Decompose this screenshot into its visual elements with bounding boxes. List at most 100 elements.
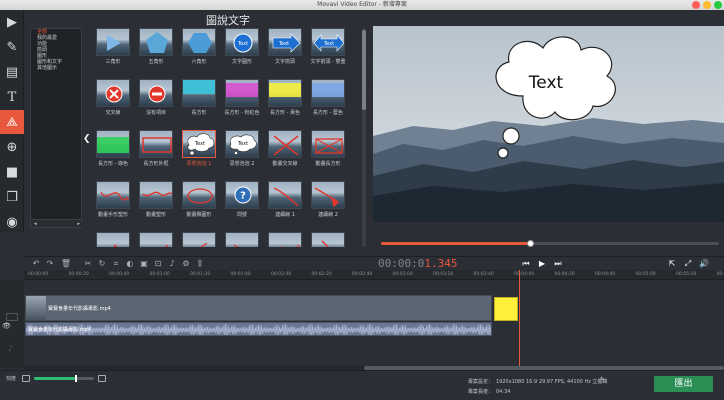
popout-icon[interactable]: ⇱ xyxy=(666,258,678,270)
close-window-button[interactable] xyxy=(692,1,700,9)
play-icon[interactable]: ▶ xyxy=(536,258,548,270)
audio-clip[interactable]: 寶寶食量年代影攝專影.mp4 xyxy=(25,322,492,336)
category-item[interactable]: 其他圖示 xyxy=(34,65,81,71)
svg-text:Text: Text xyxy=(237,41,248,47)
zoom-tool[interactable]: ⊕ xyxy=(0,135,24,159)
audio-equalizer-icon[interactable]: ⫼ xyxy=(194,258,206,270)
callout-tile-scribble1[interactable]: 動畫手形塑形 xyxy=(93,181,133,221)
callout-tile-arrow-e[interactable] xyxy=(265,232,305,247)
svg-text:Text: Text xyxy=(194,141,205,147)
waveform xyxy=(26,323,491,335)
callout-tile-oval[interactable]: 動畫橢圓形 xyxy=(179,181,219,221)
callout-tile-bubble2[interactable]: Text 思想泡泡 2 xyxy=(222,130,262,170)
callout-tile-rect-outline[interactable]: 長方形外框 xyxy=(136,130,176,170)
webcam-tool[interactable]: ◉ xyxy=(0,210,24,234)
titles-tool[interactable]: T xyxy=(0,85,24,109)
callout-tile-arrow-b[interactable] xyxy=(136,232,176,247)
callout-tile-arrow-a[interactable] xyxy=(93,232,133,247)
more-tools[interactable]: ❐ xyxy=(0,185,24,209)
callout-tile-textcircle[interactable]: Text 文字圓形 xyxy=(222,28,262,68)
export-button[interactable]: 匯出 xyxy=(654,376,713,392)
cut-icon[interactable]: ✂ xyxy=(82,258,94,270)
collapse-panel-icon[interactable]: ❮ xyxy=(83,134,91,144)
transitions-tool[interactable]: ▤ xyxy=(0,60,24,84)
music-track-icon[interactable]: ♪ xyxy=(8,344,13,353)
tile-label: 六角形 xyxy=(191,59,207,65)
svg-text:Text: Text xyxy=(237,141,248,147)
tile-thumbnail xyxy=(268,181,302,209)
fullscreen-icon[interactable]: ⤢ xyxy=(682,258,694,270)
prev-frame-icon[interactable]: ⏮ xyxy=(520,258,532,270)
callout-tile-xcircle[interactable]: 交叉線 xyxy=(93,79,133,119)
grid-scroll-thumb[interactable] xyxy=(362,30,366,110)
edit-settings-icon[interactable]: ✎ xyxy=(600,376,605,383)
volume-icon[interactable]: 🔊 xyxy=(698,258,710,270)
callout-tile-bubble1[interactable]: Text 思想泡泡 1 xyxy=(179,130,219,170)
zoom-slider[interactable] xyxy=(22,374,106,383)
ruler-tick: 00:04:00 xyxy=(514,272,535,277)
callout-tile-question[interactable]: ? 問號 xyxy=(222,181,262,221)
properties-icon[interactable]: ⚙ xyxy=(180,258,192,270)
callout-tile-rect-pink[interactable]: 長方形 - 粉紅色 xyxy=(222,79,262,119)
zoom-handle[interactable] xyxy=(74,375,77,382)
seek-handle[interactable] xyxy=(526,240,534,247)
crop-icon[interactable]: ⌗ xyxy=(110,258,122,270)
callout-tile-nogo[interactable]: 沒有項目 xyxy=(136,79,176,119)
callout-tile-scribble2[interactable]: 動畫塑形 xyxy=(136,181,176,221)
tile-label: 沒有項目 xyxy=(145,110,166,116)
callout-tile-hexagon[interactable]: 六角形 xyxy=(179,28,219,68)
tile-thumbnail xyxy=(225,79,259,107)
filters-tool[interactable]: ✎ xyxy=(0,35,24,59)
maximize-window-button[interactable] xyxy=(714,1,722,9)
callout-tile-rect-green[interactable]: 長方形 - 綠色 xyxy=(93,130,133,170)
rotate-icon[interactable]: ↻ xyxy=(96,258,108,270)
timeline-ruler[interactable]: 00:00:00 00:00:20 00:00:40 00:01:00 00:01:20… xyxy=(24,270,724,280)
callout-tile-arrow-c[interactable] xyxy=(179,232,219,247)
callout-tile-arrow-d[interactable] xyxy=(222,232,262,247)
tile-label: 長方形 - 粉紅色 xyxy=(224,110,260,116)
seek-bar[interactable] xyxy=(381,240,719,247)
undo-icon[interactable]: ↶ xyxy=(30,258,42,270)
minimize-window-button[interactable] xyxy=(703,1,711,9)
callout-tile-textarrow2[interactable]: Text 文字箭頭 - 雙重 xyxy=(308,28,348,68)
redo-icon[interactable]: ↷ xyxy=(44,258,56,270)
next-frame-icon[interactable]: ⏭ xyxy=(552,258,564,270)
scroll-left-icon[interactable]: ◂ xyxy=(34,221,37,227)
tile-label: 問號 xyxy=(236,212,247,218)
callout-tile-triangle[interactable]: 三角形 xyxy=(93,28,133,68)
stabilize-icon[interactable]: ⊡ xyxy=(152,258,164,270)
callout-tile-rect-yellow[interactable]: 長方形 - 黃色 xyxy=(265,79,305,119)
color-adjust-icon[interactable]: ◐ xyxy=(124,258,136,270)
video-track-icon[interactable] xyxy=(6,313,18,321)
playhead[interactable] xyxy=(519,270,520,368)
camera-icon: ◉ xyxy=(6,214,18,230)
stack-icon: ❐ xyxy=(6,189,18,205)
callout-tile-rect-cyan[interactable]: 長方形 xyxy=(179,79,219,119)
grid-scrollbar[interactable] xyxy=(362,28,366,247)
eye-icon[interactable]: 👁 xyxy=(2,322,11,330)
ruler-tick: 00:05:20 xyxy=(676,272,697,277)
chroma-tool[interactable]: ■ xyxy=(0,160,24,184)
tool-sidebar: ▶ ✎ ▤ T ⟁ ⊕ ■ ❐ ◉ xyxy=(0,10,24,232)
callout-tile-rect-blue[interactable]: 長方形 - 藍色 xyxy=(308,79,348,119)
callout-tile-line2[interactable]: 連續線 2 xyxy=(308,181,348,221)
callout-clip[interactable] xyxy=(494,297,518,321)
delete-icon[interactable]: 🗑 xyxy=(60,258,72,270)
callout-tile-xrect[interactable]: 動畫長方形 xyxy=(308,130,348,170)
zoom-out-icon[interactable] xyxy=(22,375,30,382)
length-value: 04:34 xyxy=(496,389,511,395)
import-media-tool[interactable]: ▶ xyxy=(0,10,24,34)
microphone-icon[interactable]: ♪ xyxy=(166,258,178,270)
category-items: 全部 我的最愛 功能 箭頭 圖形 圖形和文字 其他圖示 xyxy=(31,29,81,71)
callout-tile-pentagon[interactable]: 五角形 xyxy=(136,28,176,68)
callout-tile-line1[interactable]: 連續線 1 xyxy=(265,181,305,221)
callouts-tool[interactable]: ⟁ xyxy=(0,110,24,134)
callout-tile-arrow-f[interactable] xyxy=(308,232,348,247)
scale-label: 刻度 xyxy=(6,376,17,382)
scroll-right-icon[interactable]: ▸ xyxy=(77,221,80,227)
zoom-in-icon[interactable] xyxy=(98,375,106,382)
callout-tile-xlines[interactable]: 動畫交叉線 xyxy=(265,130,305,170)
callout-tile-textarrow[interactable]: Text 文字箭頭 xyxy=(265,28,305,68)
image-icon[interactable]: ▣ xyxy=(138,258,150,270)
video-clip[interactable]: 寶寶食量年代影攝專影.mp4 xyxy=(25,295,492,321)
